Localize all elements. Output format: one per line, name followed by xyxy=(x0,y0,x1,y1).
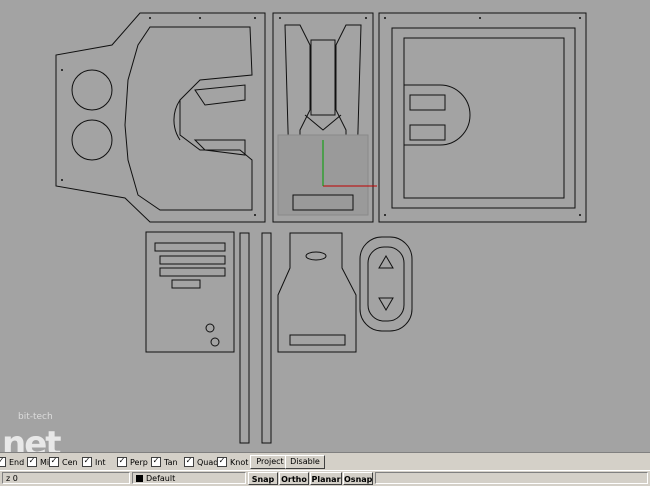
osnap-button[interactable]: Osnap xyxy=(343,472,373,485)
checkbox-icon[interactable] xyxy=(27,457,37,467)
checkbox-icon[interactable] xyxy=(184,457,194,467)
osnap-int[interactable]: Int xyxy=(82,456,106,468)
osnap-quad[interactable]: Quad xyxy=(184,456,218,468)
window-panel xyxy=(359,236,413,332)
checkbox-icon[interactable] xyxy=(117,457,127,467)
strip-left xyxy=(239,232,250,444)
checkbox-icon[interactable] xyxy=(151,457,161,467)
osnap-label: Int xyxy=(95,457,106,467)
osnap-label: Perp xyxy=(130,457,148,467)
checkbox-icon[interactable] xyxy=(82,457,92,467)
osnap-label: Tan xyxy=(164,457,178,467)
project-button[interactable]: Project xyxy=(250,455,290,469)
osnap-knot[interactable]: Knot xyxy=(217,456,248,468)
disable-button[interactable]: Disable xyxy=(285,455,325,469)
snap-button[interactable]: Snap xyxy=(248,472,278,485)
osnap-label: Cen xyxy=(62,457,78,467)
osnap-toolbar: End Mid Cen Int Perp Tan Quad Knot Proje… xyxy=(0,452,650,470)
status-bar: z 0 Default Snap Ortho Planar Osnap xyxy=(0,470,650,486)
layer-color-swatch xyxy=(136,475,143,482)
right-side-panel xyxy=(378,12,587,223)
layer-pane[interactable]: Default xyxy=(132,472,246,484)
osnap-end[interactable]: End xyxy=(0,456,24,468)
cad-drawing xyxy=(55,12,587,444)
front-panel xyxy=(277,232,357,353)
center-top-panel xyxy=(272,12,374,223)
coordinate-text: z 0 xyxy=(6,474,18,483)
coordinate-readout: z 0 xyxy=(2,472,130,484)
watermark-text: bit-tech xyxy=(18,412,53,422)
osnap-tan[interactable]: Tan xyxy=(151,456,178,468)
checkbox-icon[interactable] xyxy=(0,457,6,467)
strip-right xyxy=(261,232,272,444)
planar-button[interactable]: Planar xyxy=(310,472,342,485)
rear-panel xyxy=(145,231,235,353)
left-side-panel xyxy=(55,12,266,223)
ortho-button[interactable]: Ortho xyxy=(279,472,309,485)
rhino-viewport[interactable] xyxy=(0,0,650,452)
checkbox-icon[interactable] xyxy=(49,457,59,467)
osnap-label: Quad xyxy=(197,457,219,467)
osnap-label: Knot xyxy=(230,457,249,467)
osnap-cen[interactable]: Cen xyxy=(49,456,78,468)
osnap-label: End xyxy=(9,457,25,467)
osnap-perp[interactable]: Perp xyxy=(117,456,148,468)
checkbox-icon[interactable] xyxy=(217,457,227,467)
layer-name: Default xyxy=(146,474,176,483)
status-blank-pane xyxy=(375,472,648,484)
